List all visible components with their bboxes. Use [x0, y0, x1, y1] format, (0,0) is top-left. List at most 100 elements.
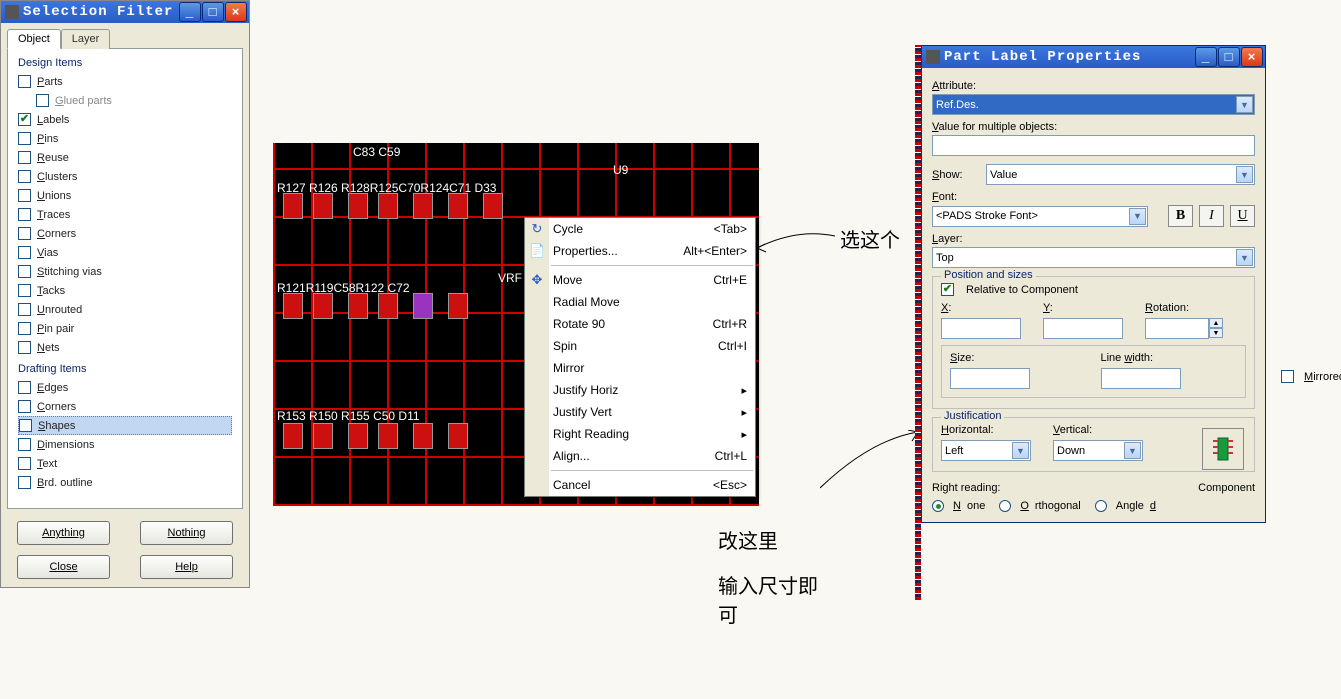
drafting-item[interactable]: Dimensions	[18, 435, 232, 454]
design-item[interactable]: Nets	[18, 338, 232, 357]
drafting-item[interactable]: Edges	[18, 378, 232, 397]
design-item[interactable]: Reuse	[18, 148, 232, 167]
nothing-button[interactable]: Nothing	[140, 521, 233, 545]
checkbox[interactable]	[18, 227, 31, 240]
checkbox-label: Dimensions	[37, 439, 94, 451]
relative-checkbox[interactable]	[941, 283, 954, 296]
window-title: Selection Filter	[23, 4, 173, 20]
context-menu-item[interactable]: Cancel<Esc>	[525, 474, 755, 496]
close-button-bottom[interactable]: Close	[17, 555, 110, 579]
design-item[interactable]: Unions	[18, 186, 232, 205]
design-item[interactable]: Unrouted	[18, 300, 232, 319]
checkbox[interactable]	[18, 208, 31, 221]
minimize-button[interactable]: _	[1195, 47, 1217, 67]
design-item[interactable]: Traces	[18, 205, 232, 224]
design-item[interactable]: Corners	[18, 224, 232, 243]
value-multi-input[interactable]	[932, 135, 1255, 156]
checkbox[interactable]	[18, 75, 31, 88]
chevron-down-icon[interactable]: ▼	[1236, 249, 1253, 266]
show-combo[interactable]: Value ▼	[986, 164, 1255, 185]
checkbox[interactable]	[18, 341, 31, 354]
drafting-item[interactable]: Shapes	[18, 416, 232, 435]
design-item[interactable]: Stitching vias	[18, 262, 232, 281]
design-item[interactable]: Parts	[18, 72, 232, 91]
vertical-combo[interactable]: Down▼	[1053, 440, 1143, 461]
chevron-down-icon[interactable]: ▼	[1124, 442, 1141, 459]
design-item[interactable]: Clusters	[18, 167, 232, 186]
layer-combo[interactable]: Top ▼	[932, 247, 1255, 268]
maximize-button[interactable]: □	[1218, 47, 1240, 67]
radio-none[interactable]: None	[932, 500, 985, 512]
mirrored-checkbox[interactable]	[1281, 370, 1294, 383]
chevron-down-icon[interactable]: ▼	[1236, 96, 1253, 113]
checkbox[interactable]	[36, 94, 49, 107]
context-menu-item[interactable]: ✥MoveCtrl+E	[525, 269, 755, 291]
tab-layer[interactable]: Layer	[61, 29, 111, 49]
plp-titlebar[interactable]: Part Label Properties _ □ ×	[922, 46, 1265, 68]
radio-angled[interactable]: Angled	[1095, 500, 1156, 512]
window-title: Part Label Properties	[944, 49, 1141, 65]
design-item[interactable]: Vias	[18, 243, 232, 262]
checkbox[interactable]	[18, 132, 31, 145]
minimize-button[interactable]: _	[179, 2, 201, 22]
horizontal-combo[interactable]: Left▼	[941, 440, 1031, 461]
context-menu-item[interactable]: Justify Horiz	[525, 379, 755, 401]
context-menu-item[interactable]: ↻Cycle<Tab>	[525, 218, 755, 240]
anything-button[interactable]: Anything	[17, 521, 110, 545]
checkbox[interactable]	[18, 476, 31, 489]
context-menu-item[interactable]: Mirror	[525, 357, 755, 379]
drafting-item[interactable]: Text	[18, 454, 232, 473]
context-menu-item[interactable]: Align...Ctrl+L	[525, 445, 755, 467]
chevron-down-icon[interactable]: ▼	[1129, 208, 1146, 225]
context-menu-item[interactable]: Radial Move	[525, 291, 755, 313]
context-menu-item[interactable]: Right Reading	[525, 423, 755, 445]
checkbox[interactable]	[18, 246, 31, 259]
checkbox[interactable]	[18, 303, 31, 316]
help-button[interactable]: Help	[140, 555, 233, 579]
rotation-input[interactable]	[1145, 318, 1209, 339]
chevron-down-icon[interactable]: ▼	[1012, 442, 1029, 459]
component-icon[interactable]	[1202, 428, 1244, 470]
attribute-combo[interactable]: Ref.Des. ▼	[932, 94, 1255, 115]
x-input[interactable]	[941, 318, 1021, 339]
design-item[interactable]: Glued parts	[18, 91, 232, 110]
design-item[interactable]: Tacks	[18, 281, 232, 300]
context-menu-item[interactable]: SpinCtrl+I	[525, 335, 755, 357]
checkbox[interactable]	[18, 400, 31, 413]
underline-button[interactable]: U	[1230, 205, 1255, 227]
chevron-down-icon[interactable]: ▼	[1236, 166, 1253, 183]
context-menu-item[interactable]: Justify Vert	[525, 401, 755, 423]
rotation-spinner[interactable]: ▲▼	[1209, 318, 1223, 338]
tab-object[interactable]: Object	[7, 29, 61, 49]
linewidth-input[interactable]	[1101, 368, 1181, 389]
checkbox[interactable]	[18, 381, 31, 394]
checkbox[interactable]	[18, 284, 31, 297]
size-input[interactable]	[950, 368, 1030, 389]
checkbox[interactable]	[19, 419, 32, 432]
close-button[interactable]: ×	[225, 2, 247, 22]
design-item[interactable]: Pin pair	[18, 319, 232, 338]
checkbox[interactable]	[18, 438, 31, 451]
checkbox[interactable]	[18, 265, 31, 278]
checkbox[interactable]	[18, 189, 31, 202]
design-item[interactable]: Labels	[18, 110, 232, 129]
close-button[interactable]: ×	[1241, 47, 1263, 67]
font-combo[interactable]: <PADS Stroke Font> ▼	[932, 206, 1148, 227]
y-input[interactable]	[1043, 318, 1123, 339]
radio-orthogonal[interactable]: Orthogonal	[999, 500, 1080, 512]
context-menu-item[interactable]: Rotate 90Ctrl+R	[525, 313, 755, 335]
x-label: X:	[941, 302, 1031, 314]
drafting-item[interactable]: Corners	[18, 397, 232, 416]
selection-filter-titlebar[interactable]: Selection Filter _ □ ×	[1, 1, 249, 23]
drafting-item[interactable]: Brd. outline	[18, 473, 232, 492]
checkbox[interactable]	[18, 457, 31, 470]
checkbox[interactable]	[18, 151, 31, 164]
checkbox[interactable]	[18, 322, 31, 335]
design-item[interactable]: Pins	[18, 129, 232, 148]
context-menu-item[interactable]: 📄Properties...Alt+<Enter>	[525, 240, 755, 262]
checkbox[interactable]	[18, 113, 31, 126]
bold-button[interactable]: B	[1168, 205, 1193, 227]
checkbox[interactable]	[18, 170, 31, 183]
italic-button[interactable]: I	[1199, 205, 1224, 227]
maximize-button[interactable]: □	[202, 2, 224, 22]
